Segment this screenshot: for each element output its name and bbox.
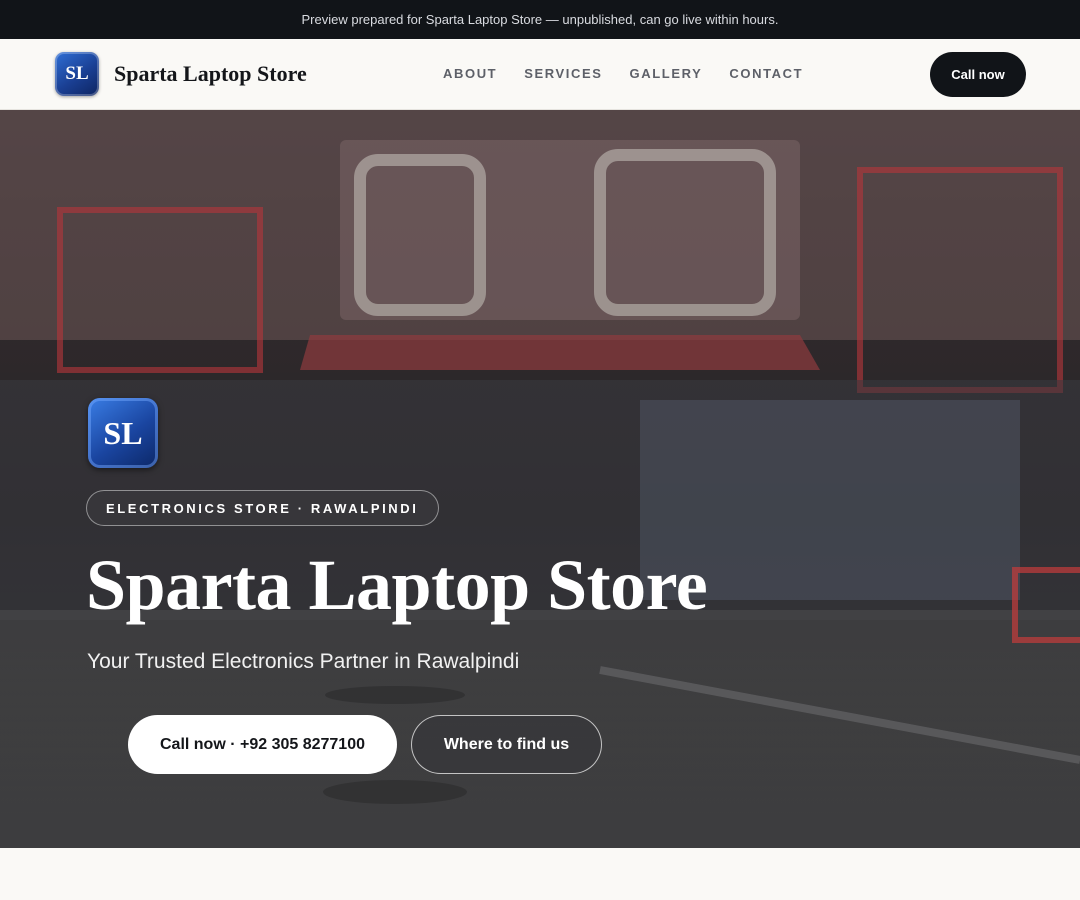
manhole-shape — [325, 686, 465, 704]
header-call-button[interactable]: Call now — [930, 52, 1026, 97]
sign-panel-shape — [340, 140, 800, 320]
main-nav: ABOUT SERVICES GALLERY CONTACT — [443, 66, 803, 81]
nav-link-gallery[interactable]: GALLERY — [630, 66, 703, 81]
call-now-button[interactable]: Call now · +92 305 8277100 — [128, 715, 397, 774]
awning-shape — [300, 335, 820, 370]
hero-subtitle: Your Trusted Electronics Partner in Rawa… — [87, 650, 520, 673]
nav-link-about[interactable]: ABOUT — [443, 66, 497, 81]
brand-name[interactable]: Sparta Laptop Store — [114, 61, 307, 87]
hero-logo-initials: SL — [103, 414, 143, 451]
nav-link-services[interactable]: SERVICES — [524, 66, 602, 81]
preview-banner-text: Preview prepared for Sparta Laptop Store… — [301, 12, 779, 27]
find-us-button[interactable]: Where to find us — [411, 715, 602, 774]
site-header: SL Sparta Laptop Store ABOUT SERVICES GA… — [0, 39, 1080, 110]
hero-section: SL ELECTRONICS STORE · RAWALPINDI Sparta… — [0, 110, 1080, 848]
category-badge: ELECTRONICS STORE · RAWALPINDI — [86, 490, 439, 526]
logo-initials: SL — [65, 63, 89, 84]
logo-icon[interactable]: SL — [55, 52, 99, 96]
hero-logo-icon: SL — [88, 398, 158, 468]
hero-title: Sparta Laptop Store — [86, 545, 708, 625]
preview-banner: Preview prepared for Sparta Laptop Store… — [0, 0, 1080, 39]
nav-link-contact[interactable]: CONTACT — [729, 66, 803, 81]
manhole-shape — [323, 780, 467, 804]
